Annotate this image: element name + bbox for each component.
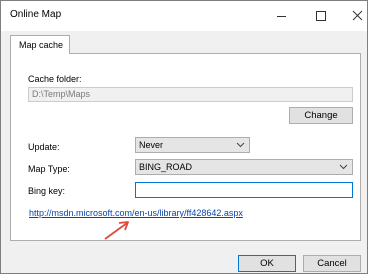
close-icon xyxy=(352,10,363,21)
chevron-down-icon xyxy=(236,142,245,148)
window-title: Online Map xyxy=(10,9,62,20)
update-select[interactable]: Never xyxy=(135,137,250,153)
map-type-select[interactable]: BING_ROAD xyxy=(135,159,353,175)
bing-key-help-link[interactable]: http://msdn.microsoft.com/en-us/library/… xyxy=(29,208,243,218)
bing-key-label: Bing key: xyxy=(28,186,66,196)
tab-map-cache[interactable]: Map cache xyxy=(10,35,70,54)
update-select-value: Never xyxy=(139,140,164,150)
map-type-select-value: BING_ROAD xyxy=(139,162,193,172)
update-label: Update: xyxy=(28,142,60,152)
close-button[interactable] xyxy=(338,1,369,31)
ok-button[interactable]: OK xyxy=(238,255,296,272)
tab-label: Map cache xyxy=(19,40,64,50)
cache-folder-field: D:\Temp\Maps xyxy=(28,87,353,102)
maximize-icon xyxy=(316,11,326,21)
maximize-button[interactable] xyxy=(304,1,338,31)
map-type-label: Map Type: xyxy=(28,164,70,174)
chevron-down-icon xyxy=(339,164,348,170)
title-bar: Online Map xyxy=(1,1,367,31)
cancel-button[interactable]: Cancel xyxy=(303,255,361,272)
cache-folder-label: Cache folder: xyxy=(28,74,82,84)
minimize-icon xyxy=(277,16,286,17)
minimize-button[interactable] xyxy=(264,1,298,31)
online-map-dialog: Online Map Map cache Cache folder: D:\Te… xyxy=(0,0,368,274)
bing-key-input[interactable] xyxy=(135,182,353,198)
change-button[interactable]: Change xyxy=(289,107,353,124)
